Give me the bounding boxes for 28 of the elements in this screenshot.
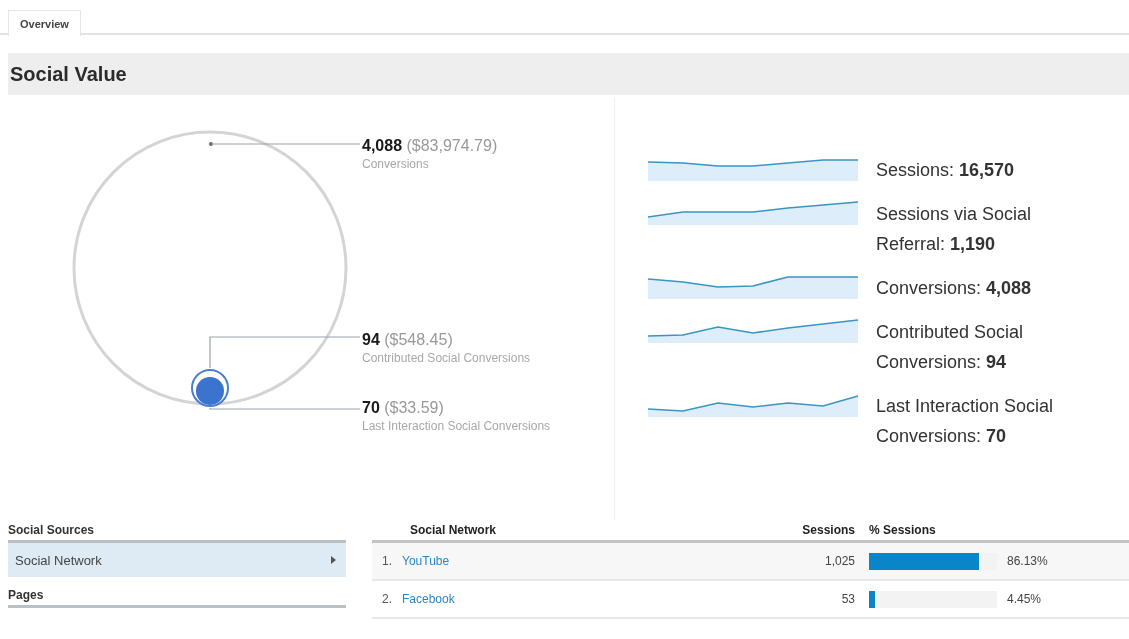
metric-figure: 94 ($548.45) [362, 330, 454, 350]
list-heading: Social Sources [8, 522, 96, 539]
metric-label: Sessions: 16,570 [876, 159, 1016, 182]
metric-label: Contributed Social Conversions: 94 [876, 321, 1025, 374]
metric-label: Conversions: 4,088 [876, 277, 1033, 300]
table-cell-text: 1,025 [823, 554, 855, 568]
list-heading: Pages [8, 587, 45, 604]
metric-caption: Last Interaction Social Conversions [362, 418, 551, 434]
caret-icon [331, 556, 336, 564]
metric-label: Last Interaction Social Conversions: 70 [876, 395, 1055, 448]
table-cell-text: 53 [840, 592, 855, 606]
row-number: 1. [382, 554, 392, 568]
metric-caption: Contributed Social Conversions [362, 350, 531, 366]
column-header: % Sessions [868, 522, 937, 539]
metric-caption: Conversions [362, 156, 430, 172]
column-header: Sessions [801, 522, 855, 539]
network-link[interactable]: Facebook [402, 592, 455, 606]
table-cell: 4.45% [1007, 592, 1042, 606]
metric-figure: 4,088 ($83,974.79) [362, 136, 498, 156]
metric-label: Sessions via Social Referral: 1,190 [876, 203, 1033, 256]
table-cell: 86.13% [1007, 554, 1048, 568]
row-number: 2. [382, 592, 392, 606]
network-link[interactable]: YouTube [402, 554, 450, 568]
column-header: Social Network [409, 522, 498, 539]
metric-figure: 70 ($33.59) [362, 398, 445, 418]
tab[interactable]: Overview [8, 10, 81, 36]
source-item[interactable]: Social Network [8, 543, 346, 577]
section-title: Social Value [10, 62, 127, 86]
